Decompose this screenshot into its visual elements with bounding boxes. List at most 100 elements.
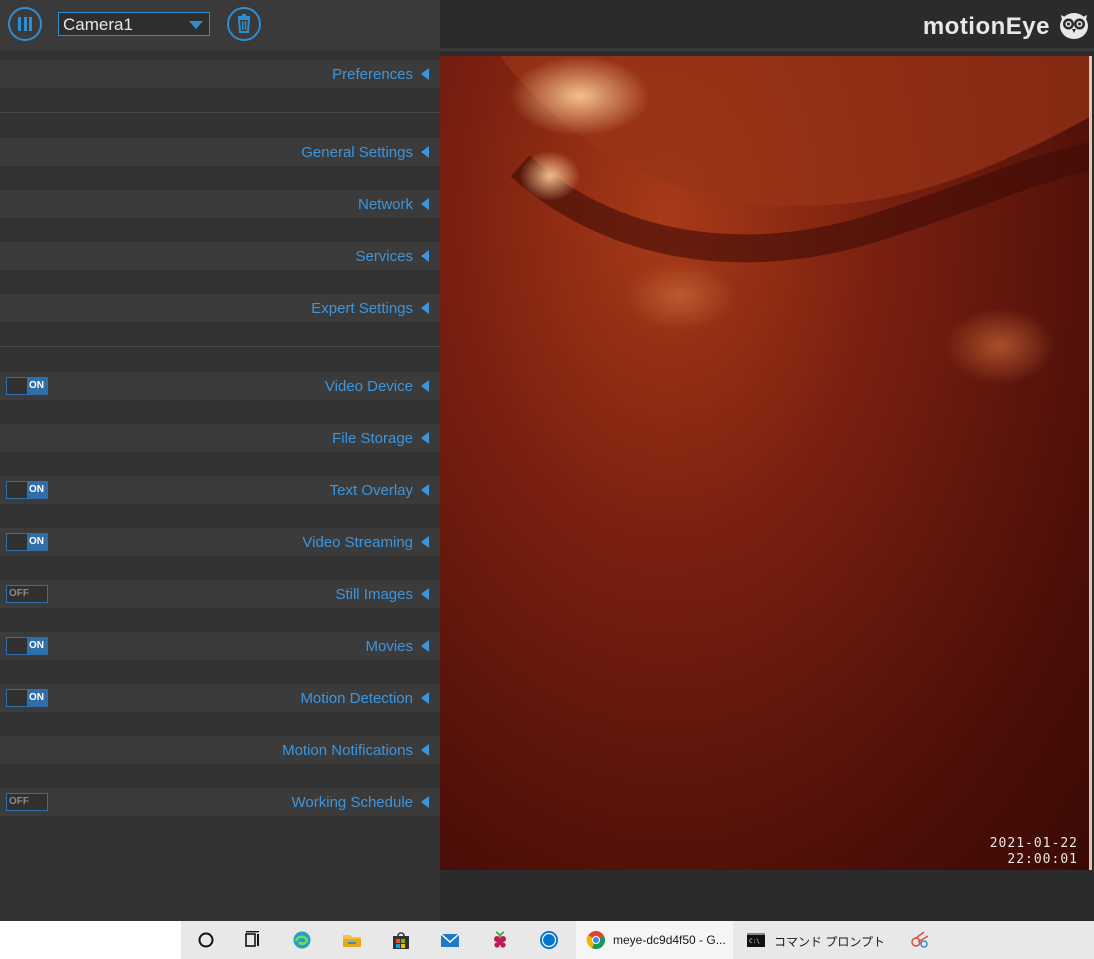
section-video-streaming[interactable]: ON Video Streaming <box>0 528 440 556</box>
remove-camera-button[interactable] <box>227 7 261 41</box>
snipping-tool-icon[interactable] <box>910 930 930 950</box>
edge-icon[interactable] <box>292 930 312 950</box>
section-movies[interactable]: ON Movies <box>0 632 440 660</box>
section-network[interactable]: Network <box>0 190 440 218</box>
svg-text:C:\: C:\ <box>749 938 760 945</box>
mail-icon[interactable] <box>440 930 460 950</box>
movies-toggle[interactable]: ON <box>6 637 48 655</box>
toggle-state: ON <box>29 692 44 703</box>
collapse-arrow-icon <box>421 640 429 652</box>
section-label: Video Device <box>324 378 413 395</box>
section-working-schedule[interactable]: OFF Working Schedule <box>0 788 440 816</box>
chevron-down-icon <box>189 21 203 29</box>
section-file-storage[interactable]: File Storage <box>0 424 440 452</box>
toggle-knob <box>7 534 27 550</box>
camera-view-area: motionEye 2021-01-22 22:00:01 <box>440 0 1094 921</box>
section-expert-settings[interactable]: Expert Settings <box>0 294 440 322</box>
camera-frame[interactable]: 2021-01-22 22:00:01 <box>440 56 1092 870</box>
section-services[interactable]: Services <box>0 242 440 270</box>
collapse-arrow-icon <box>421 146 429 158</box>
toggle-knob <box>7 482 27 498</box>
collapse-arrow-icon <box>421 484 429 496</box>
divider <box>0 112 440 113</box>
video-streaming-toggle[interactable]: ON <box>6 533 48 551</box>
collapse-arrow-icon <box>421 380 429 392</box>
store-icon[interactable] <box>391 930 411 950</box>
frame-edge <box>1089 56 1092 870</box>
toggle-state: ON <box>29 380 44 391</box>
camera-select[interactable]: Camera1 <box>58 12 210 36</box>
windows-taskbar: meye-dc9d4f50 - G... C:\ コマンド プロンプト <box>0 921 1094 959</box>
camera-footer <box>440 872 1094 921</box>
section-label: Working Schedule <box>291 794 413 811</box>
section-label: Still Images <box>335 586 413 603</box>
camera-select-value: Camera1 <box>63 15 133 34</box>
timestamp-date: 2021-01-22 <box>989 836 1078 851</box>
section-text-overlay[interactable]: ON Text Overlay <box>0 476 440 504</box>
cortana-icon[interactable] <box>196 930 216 950</box>
section-label: Expert Settings <box>311 300 413 317</box>
toggle-state: ON <box>29 536 44 547</box>
section-label: Text Overlay <box>329 482 413 499</box>
collapse-arrow-icon <box>421 68 429 80</box>
owl-logo-icon <box>1060 13 1088 39</box>
command-prompt-icon: C:\ <box>747 933 765 947</box>
section-general-settings[interactable]: General Settings <box>0 138 440 166</box>
collapse-arrow-icon <box>421 744 429 756</box>
motion-detection-toggle[interactable]: ON <box>6 689 48 707</box>
camera-feed-image <box>500 56 1092 384</box>
divider <box>0 346 440 347</box>
chrome-icon <box>586 931 605 949</box>
text-overlay-toggle[interactable]: ON <box>6 481 48 499</box>
section-motion-detection[interactable]: ON Motion Detection <box>0 684 440 712</box>
collapse-arrow-icon <box>421 796 429 808</box>
settings-toolbar: Camera1 <box>0 0 440 50</box>
raspberry-pi-icon[interactable] <box>490 930 510 950</box>
brand-title: motionEye <box>922 13 1050 40</box>
taskbar-cmd-window[interactable]: C:\ コマンド プロンプト <box>737 921 887 959</box>
pause-button[interactable] <box>8 7 42 41</box>
toggle-state: ON <box>29 640 44 651</box>
motioneye-window: Camera1 Preferences General Settings Net… <box>0 0 1094 959</box>
section-label: Movies <box>365 638 413 655</box>
toggle-knob <box>7 638 27 654</box>
collapse-arrow-icon <box>421 536 429 548</box>
section-label: Motion Notifications <box>282 742 413 759</box>
file-explorer-icon[interactable] <box>342 930 362 950</box>
taskbar-chrome-window[interactable]: meye-dc9d4f50 - G... <box>576 921 733 959</box>
toggle-state: OFF <box>9 796 29 807</box>
section-label: File Storage <box>332 430 413 447</box>
dell-icon[interactable] <box>539 930 559 950</box>
section-label: Motion Detection <box>300 690 413 707</box>
chrome-window-title: meye-dc9d4f50 - G... <box>613 933 726 947</box>
section-label: Network <box>357 196 413 213</box>
task-view-icon[interactable] <box>243 930 263 950</box>
toggle-state: ON <box>29 484 44 495</box>
section-label: Services <box>355 248 413 265</box>
cmd-window-title: コマンド プロンプト <box>774 935 885 949</box>
settings-panel: Camera1 Preferences General Settings Net… <box>0 0 440 921</box>
section-still-images[interactable]: OFF Still Images <box>0 580 440 608</box>
collapse-arrow-icon <box>421 250 429 262</box>
timestamp-time: 22:00:01 <box>1007 852 1078 867</box>
collapse-arrow-icon <box>421 432 429 444</box>
section-motion-notifications[interactable]: Motion Notifications <box>0 736 440 764</box>
camera-timestamp: 2021-01-22 22:00:01 <box>990 836 1078 868</box>
toggle-knob <box>7 378 27 394</box>
section-video-device[interactable]: ON Video Device <box>0 372 440 400</box>
section-label: Preferences <box>332 66 413 83</box>
collapse-arrow-icon <box>421 692 429 704</box>
video-device-toggle[interactable]: ON <box>6 377 48 395</box>
working-schedule-toggle[interactable]: OFF <box>6 793 48 811</box>
collapse-arrow-icon <box>421 198 429 210</box>
section-preferences[interactable]: Preferences <box>0 60 440 88</box>
toggle-state: OFF <box>9 588 29 599</box>
toggle-knob <box>7 690 27 706</box>
trash-icon <box>237 14 251 33</box>
section-label: Video Streaming <box>302 534 413 551</box>
collapse-arrow-icon <box>421 588 429 600</box>
header-rule <box>440 48 1094 51</box>
still-images-toggle[interactable]: OFF <box>6 585 48 603</box>
section-label: General Settings <box>301 144 413 161</box>
collapse-arrow-icon <box>421 302 429 314</box>
